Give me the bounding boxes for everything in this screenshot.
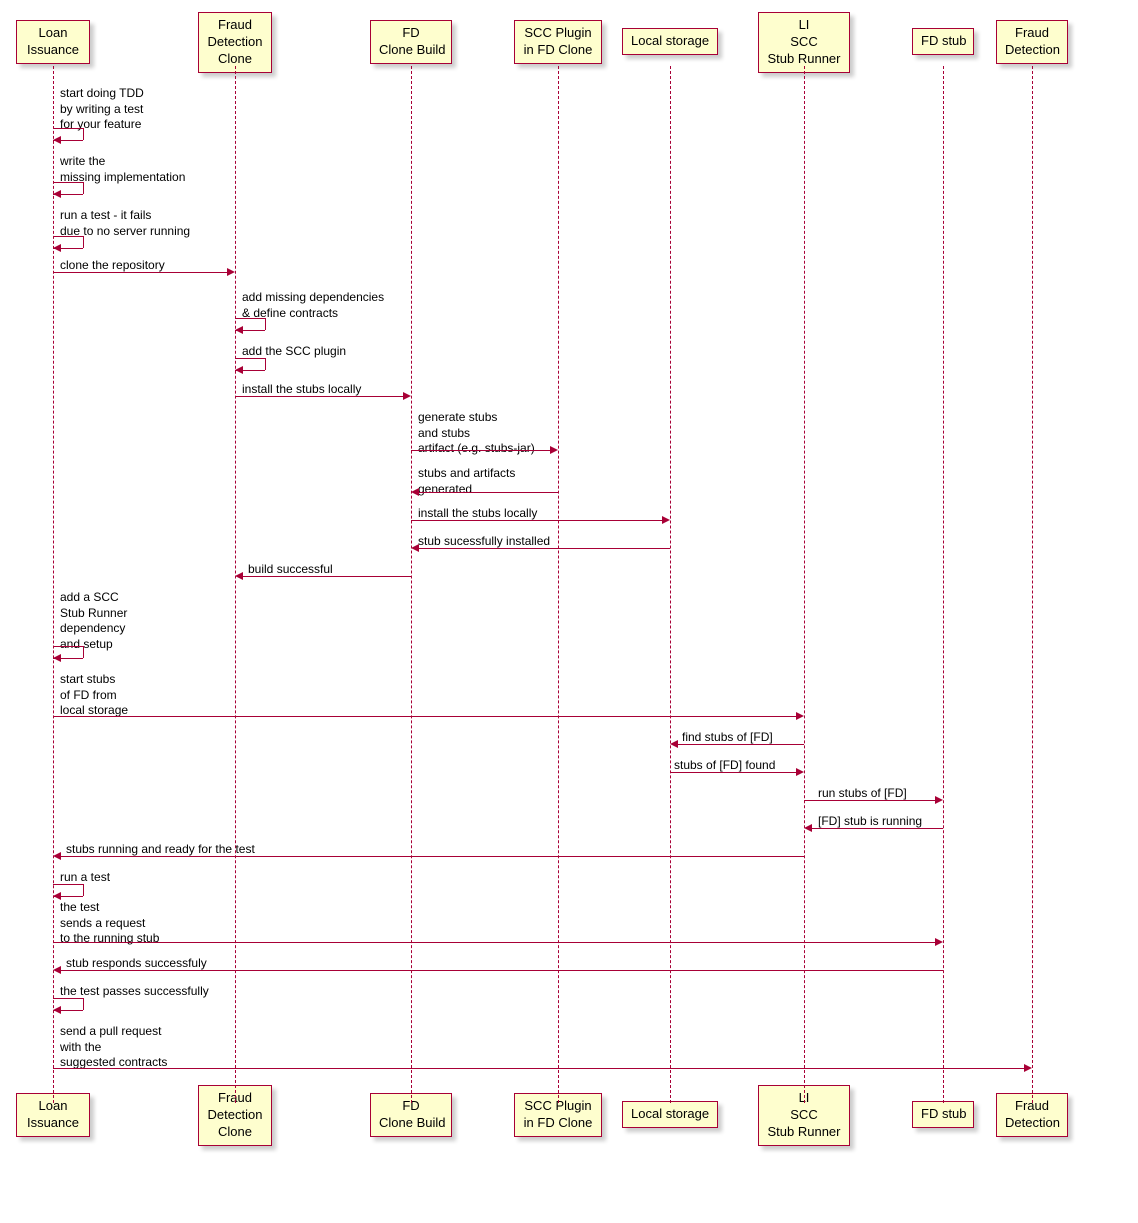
message-arrow xyxy=(53,272,227,273)
participant-fraud-detection-clone-top: Fraud Detection Clone xyxy=(198,12,272,73)
participant-local-storage-top: Local storage xyxy=(622,28,718,55)
arrow-head-icon xyxy=(550,446,558,454)
message-label: write the missing implementation xyxy=(60,154,185,185)
arrow-head-icon xyxy=(796,768,804,776)
message-arrow xyxy=(235,396,403,397)
participant-fd-stub-bottom: FD stub xyxy=(912,1101,974,1128)
arrow-head-icon xyxy=(1024,1064,1032,1072)
arrow-head-icon xyxy=(403,392,411,400)
message-arrow xyxy=(678,744,804,745)
message-arrow xyxy=(411,450,550,451)
lifeline-loan-issuance xyxy=(53,66,54,1103)
arrow-head-icon xyxy=(935,796,943,804)
message-label: the test sends a request to the running … xyxy=(60,900,159,947)
message-label: send a pull request with the suggested c… xyxy=(60,1024,167,1071)
participant-local-storage-bottom: Local storage xyxy=(622,1101,718,1128)
message-label: start doing TDD by writing a test for yo… xyxy=(60,86,144,133)
arrow-head-icon xyxy=(662,516,670,524)
message-arrow xyxy=(411,520,662,521)
participant-fd-clone-build-top: FD Clone Build xyxy=(370,20,452,64)
message-label: add missing dependencies & define contra… xyxy=(242,290,384,321)
message-label: start stubs of FD from local storage xyxy=(60,672,128,719)
message-arrow xyxy=(61,970,943,971)
arrow-head-icon xyxy=(804,824,812,832)
message-arrow xyxy=(53,1068,1024,1069)
participant-li-scc-stub-runner-top: LI SCC Stub Runner xyxy=(758,12,850,73)
arrow-head-icon xyxy=(235,572,243,580)
arrow-head-icon xyxy=(53,852,61,860)
arrow-head-icon xyxy=(670,740,678,748)
lifeline-local-storage xyxy=(670,66,671,1103)
message-arrow xyxy=(53,942,935,943)
message-arrow xyxy=(419,492,558,493)
participant-fd-stub-top: FD stub xyxy=(912,28,974,55)
lifeline-fraud-detection xyxy=(1032,66,1033,1103)
arrow-head-icon xyxy=(53,966,61,974)
sequence-diagram: Loan Issuance Fraud Detection Clone FD Clo… xyxy=(10,10,1128,1213)
lifeline-fd-clone-build xyxy=(411,66,412,1103)
arrow-head-icon xyxy=(411,488,419,496)
message-label: add a SCC Stub Runner dependency and set… xyxy=(60,590,127,652)
message-arrow xyxy=(670,772,796,773)
arrow-head-icon xyxy=(935,938,943,946)
message-arrow xyxy=(804,800,935,801)
lifeline-scc-plugin-fd-clone xyxy=(558,66,559,1103)
lifeline-fd-stub xyxy=(943,66,944,1103)
message-arrow xyxy=(53,716,796,717)
arrow-head-icon xyxy=(796,712,804,720)
participant-loan-issuance-top: Loan Issuance xyxy=(16,20,90,64)
message-arrow xyxy=(812,828,943,829)
message-arrow xyxy=(61,856,804,857)
lifeline-fraud-detection-clone xyxy=(235,66,236,1103)
participant-fraud-detection-top: Fraud Detection xyxy=(996,20,1068,64)
message-arrow xyxy=(419,548,670,549)
participant-scc-plugin-fd-clone-top: SCC Plugin in FD Clone xyxy=(514,20,602,64)
message-arrow xyxy=(243,576,411,577)
lifeline-li-scc-stub-runner xyxy=(804,66,805,1103)
arrow-head-icon xyxy=(227,268,235,276)
arrow-head-icon xyxy=(411,544,419,552)
message-label: run a test - it fails due to no server r… xyxy=(60,208,190,239)
